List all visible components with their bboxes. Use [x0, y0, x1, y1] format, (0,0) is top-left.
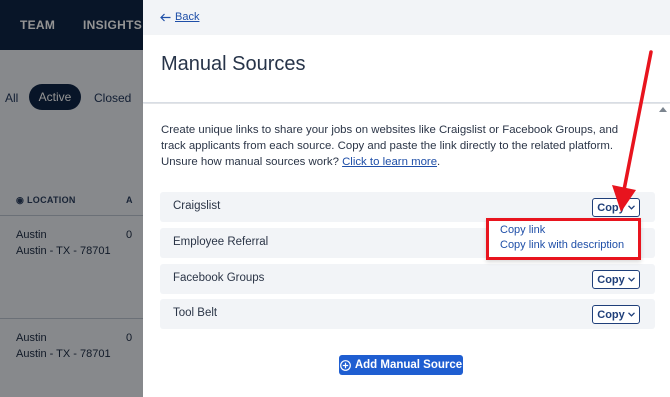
menu-item-copy-link[interactable]: Copy link [500, 224, 545, 236]
source-name: Craigslist [173, 200, 221, 212]
source-name: Tool Belt [173, 307, 218, 319]
copy-button[interactable]: Copy [592, 305, 640, 324]
back-link[interactable]: Back [160, 11, 199, 23]
learn-more-link[interactable]: Click to learn more [342, 156, 437, 168]
manual-sources-panel: Back Manual Sources Create unique links … [143, 0, 670, 397]
source-row-facebook-groups: Facebook Groups Copy [160, 264, 655, 294]
source-name: Facebook Groups [173, 272, 265, 284]
panel-title-band: Manual Sources [143, 35, 670, 103]
menu-item-copy-link-with-description[interactable]: Copy link with description [500, 239, 624, 251]
plus-circle-icon [339, 359, 351, 371]
arrow-left-icon [160, 13, 171, 21]
chevron-down-icon [627, 312, 635, 317]
source-name: Employee Referral [173, 236, 269, 248]
add-manual-source-button[interactable]: Add Manual Source [339, 355, 463, 375]
page-title: Manual Sources [161, 53, 306, 75]
source-row-tool-belt: Tool Belt Copy [160, 299, 655, 329]
back-label: Back [175, 11, 200, 23]
scroll-up-icon[interactable] [659, 107, 667, 112]
copy-button[interactable]: Copy [592, 198, 640, 217]
chevron-down-icon [627, 277, 635, 282]
copy-button[interactable]: Copy [592, 270, 640, 289]
panel-header-bar: Back [143, 0, 670, 35]
copy-dropdown-menu: Copy link Copy link with description [486, 218, 641, 260]
panel-description: Create unique links to share your jobs o… [161, 124, 619, 168]
chevron-down-icon [627, 205, 635, 210]
